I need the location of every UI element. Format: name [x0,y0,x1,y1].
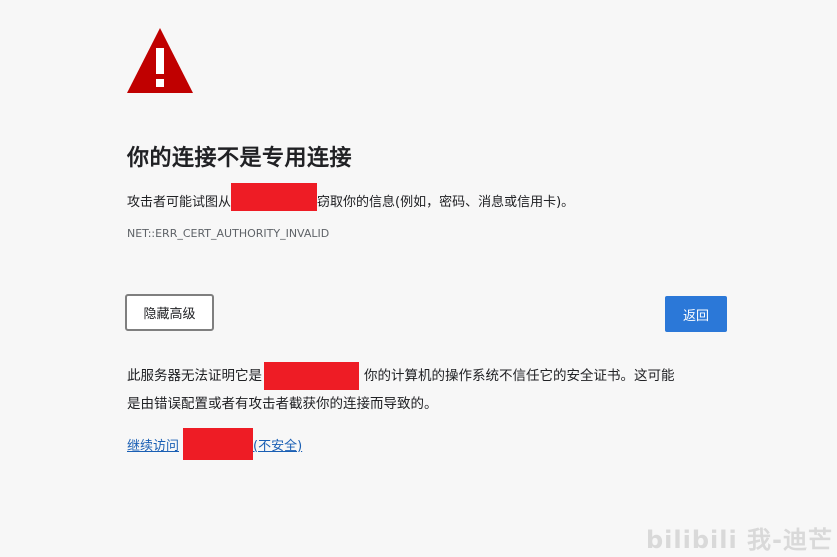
proceed-link-suffix[interactable]: (不安全) [253,435,302,454]
hide-advanced-button[interactable]: 隐藏高级 [125,294,214,331]
explanation-line-2: 是由错误配置或者有攻击者截获你的连接而导致的。 [127,396,438,412]
proceed-link[interactable]: 继续访问 (不安全) [127,428,302,460]
description-text-after: 窃取你的信息(例如，密码、消息或信用卡)。 [317,194,575,210]
ssl-error-page: 你的连接不是专用连接 攻击者可能试图从 窃取你的信息(例如，密码、消息或信用卡)… [0,0,837,557]
description-text-before: 攻击者可能试图从 [127,194,232,210]
error-code[interactable]: NET::ERR_CERT_AUTHORITY_INVALID [127,227,329,240]
redacted-domain [264,362,359,390]
warning-description: 攻击者可能试图从 窃取你的信息(例如，密码、消息或信用卡)。 [127,183,575,211]
redacted-domain [183,428,254,460]
explanation-line-1: 此服务器无法证明它是 你的计算机的操作系统不信任它的安全证书。这可能 [127,362,737,390]
watermark: bilibili 我-迪芒 [645,526,833,554]
proceed-link-prefix[interactable]: 继续访问 [127,435,179,454]
back-button[interactable]: 返回 [665,296,727,332]
advanced-explanation: 此服务器无法证明它是 你的计算机的操作系统不信任它的安全证书。这可能 是由错误配… [127,362,737,418]
warning-triangle-icon [127,28,193,93]
explanation-text-before: 此服务器无法证明它是 [127,368,262,384]
redacted-domain [231,183,318,211]
page-title: 你的连接不是专用连接 [127,146,353,171]
explanation-text-after: 你的计算机的操作系统不信任它的安全证书。这可能 [364,368,675,384]
